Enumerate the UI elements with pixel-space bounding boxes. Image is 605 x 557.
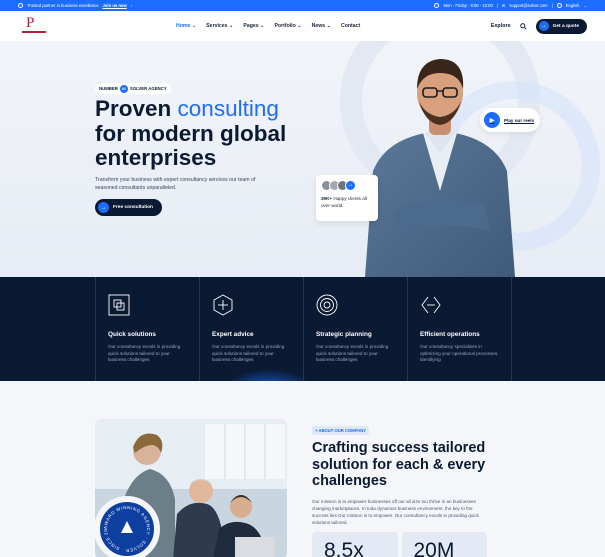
client-avatars: → bbox=[321, 180, 373, 191]
play-reels-button[interactable]: ▶ Play our reels bbox=[480, 108, 540, 132]
cta-label: Free consultation bbox=[113, 205, 153, 210]
get-quote-button[interactable]: → Get a quote bbox=[535, 18, 587, 34]
service-desc: Our consultancy excels in providing quic… bbox=[212, 344, 285, 363]
stats-row: 8.5x 20M bbox=[312, 532, 487, 557]
nav-label: Portfolio bbox=[274, 23, 296, 29]
stat-revenue: 20M bbox=[401, 532, 487, 557]
award-stamp: AWARD WINNING AGENCY · SOLVER · SINCE 20… bbox=[94, 496, 160, 557]
plus-icon: → bbox=[345, 180, 356, 191]
nav-right: Explore → Get a quote bbox=[491, 18, 587, 34]
clients-count: 39K+ bbox=[321, 196, 333, 201]
hero-badge: NUMBER 01 SOLVER AGENCY bbox=[95, 83, 171, 94]
about-section: AWARD WINNING AGENCY · SOLVER · SINCE 20… bbox=[0, 381, 605, 557]
layers-icon bbox=[108, 294, 130, 316]
service-desc: Our consultancy excels in providing quic… bbox=[316, 344, 389, 363]
globe-icon bbox=[556, 3, 562, 8]
nav-label: Pages bbox=[243, 23, 259, 29]
nav-label: Home bbox=[176, 23, 191, 29]
stamp-logo-icon bbox=[121, 521, 133, 533]
nav-item-services[interactable]: Services ⌄ bbox=[206, 23, 233, 29]
service-card[interactable]: Quick solutions Our consultancy excels i… bbox=[95, 277, 199, 381]
nav-label: News bbox=[311, 23, 326, 29]
service-card[interactable]: Efficient operations Our consultancy spe… bbox=[407, 277, 511, 381]
service-card[interactable]: Strategic planning Our consultancy excel… bbox=[303, 277, 407, 381]
about-tag: + ABOUT OUR COMPANY bbox=[312, 426, 370, 435]
office-hours: Mon - Friday : 9:00 - 10:00 bbox=[443, 3, 493, 8]
service-title: Quick solutions bbox=[108, 331, 156, 338]
service-title: Strategic planning bbox=[316, 331, 372, 338]
title-lead: Proven bbox=[95, 96, 172, 121]
about-description: Our mission is to empower businesses off… bbox=[312, 499, 479, 525]
play-label: Play our reels bbox=[504, 117, 535, 123]
arrow-right-icon: › bbox=[130, 3, 133, 8]
nav-label: Services bbox=[206, 23, 228, 29]
hero-description: Transform your business with expert cons… bbox=[95, 177, 256, 191]
mail-icon: ✉ bbox=[501, 3, 506, 8]
nav-item-pages[interactable]: Pages ⌄ bbox=[243, 23, 264, 29]
title-accent: consulting bbox=[177, 96, 279, 121]
service-card[interactable]: Expert advice Our consultancy excels in … bbox=[199, 277, 303, 381]
services-strip: Quick solutions Our consultancy excels i… bbox=[0, 277, 605, 381]
compass-icon bbox=[316, 294, 338, 316]
chevron-down-icon: ⌄ bbox=[583, 3, 587, 8]
free-consultation-button[interactable]: → Free consultation bbox=[95, 199, 162, 216]
badge-prefix: NUMBER bbox=[99, 86, 118, 91]
nav-item-contact[interactable]: Contact bbox=[341, 23, 360, 29]
menu: Home ⌄ Services ⌄ Pages ⌄ Portfolio ⌄ Ne… bbox=[176, 23, 360, 29]
support-email[interactable]: support@solver.com bbox=[509, 3, 547, 8]
arrow-right-icon: → bbox=[98, 202, 109, 213]
top-bar: Trusted partner in business excellence J… bbox=[0, 0, 605, 11]
arrow-right-icon: → bbox=[538, 21, 549, 31]
badge-suffix: SOLVER AGENCY bbox=[129, 86, 167, 91]
explore-link[interactable]: Explore bbox=[491, 23, 511, 29]
main-nav: P Home ⌄ Services ⌄ Pages ⌄ Portfolio ⌄ … bbox=[0, 11, 605, 41]
join-link[interactable]: Join us now bbox=[103, 3, 127, 8]
tagline: Trusted partner in business excellence bbox=[27, 3, 99, 8]
award-stamp-ring: AWARD WINNING AGENCY · SOLVER · SINCE 20… bbox=[100, 502, 150, 553]
service-divider bbox=[511, 277, 605, 381]
about-title: Crafting success tailored solution for e… bbox=[312, 440, 486, 489]
badge-check-icon bbox=[18, 3, 23, 8]
service-title: Efficient operations bbox=[420, 331, 480, 338]
target-icon bbox=[213, 294, 233, 316]
arrows-icon bbox=[421, 296, 441, 314]
logo[interactable]: P bbox=[18, 15, 58, 36]
get-quote-label: Get a quote bbox=[552, 23, 579, 29]
divider: | bbox=[551, 3, 553, 8]
nav-item-home[interactable]: Home ⌄ bbox=[176, 23, 196, 29]
play-icon: ▶ bbox=[484, 112, 500, 128]
search-icon[interactable] bbox=[519, 22, 527, 30]
service-desc: Our consultancy specialises in optimizin… bbox=[420, 344, 499, 363]
nav-item-portfolio[interactable]: Portfolio ⌄ bbox=[274, 23, 301, 29]
hero-title: Proven consulting for modern global ente… bbox=[95, 96, 305, 171]
stat-growth: 8.5x bbox=[312, 532, 398, 557]
nav-item-news[interactable]: News ⌄ bbox=[312, 23, 331, 29]
hero: NUMBER 01 SOLVER AGENCY Proven consultin… bbox=[0, 41, 605, 277]
clock-icon bbox=[434, 3, 440, 8]
logo-underline bbox=[22, 31, 46, 33]
badge-number: 01 bbox=[119, 84, 128, 93]
hero-portrait bbox=[365, 59, 515, 277]
clients-card: → 39K+ Happy clients all over world. bbox=[316, 175, 378, 221]
language-select[interactable]: English bbox=[566, 3, 580, 8]
service-desc: Our consultancy excels in providing quic… bbox=[108, 344, 181, 363]
logo-mark: P bbox=[26, 15, 35, 31]
nav-label: Contact bbox=[340, 23, 361, 29]
divider: | bbox=[496, 3, 498, 8]
service-title: Expert advice bbox=[212, 331, 254, 338]
title-rest: for modern global enterprises bbox=[95, 120, 287, 170]
